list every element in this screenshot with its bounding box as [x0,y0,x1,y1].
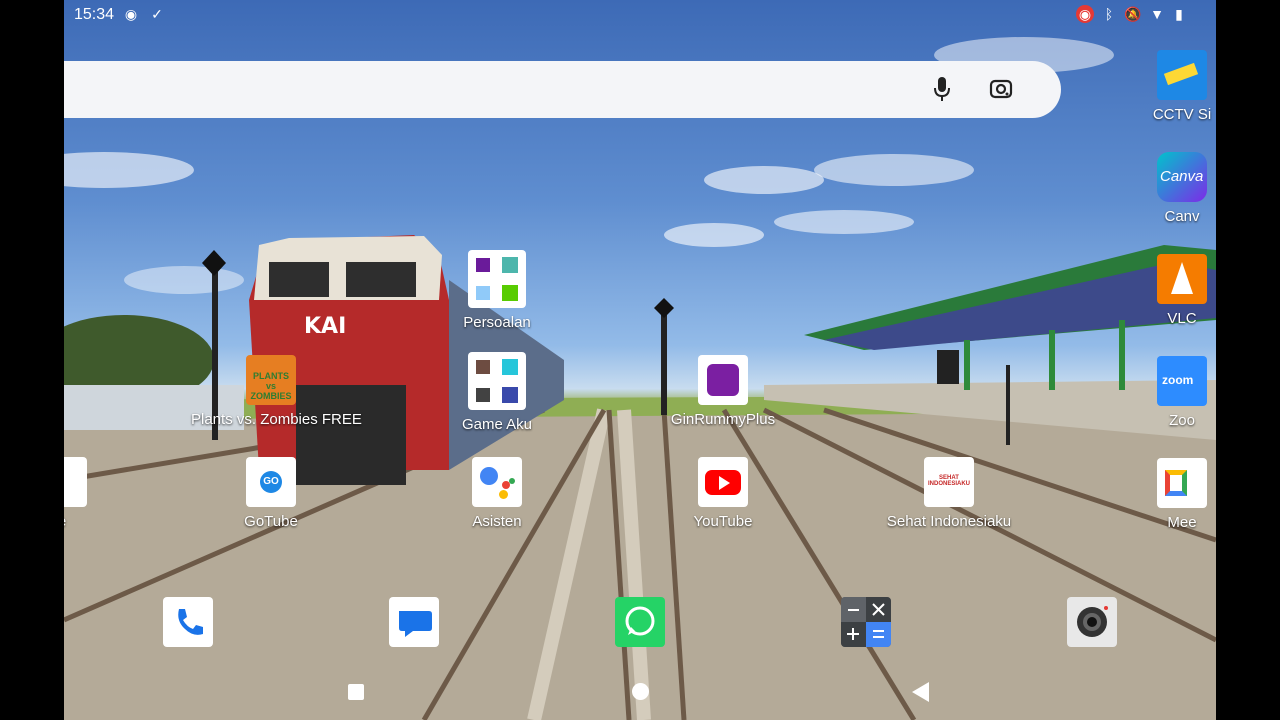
ginrummy-icon [698,355,748,405]
youtube-icon [698,457,748,507]
app-label: Mee [1167,514,1197,531]
battery-icon: ▮ [1175,6,1183,22]
folder-icon [468,352,526,410]
dock-phone[interactable] [163,597,213,647]
recents-button[interactable] [348,684,364,700]
app-youtube[interactable]: YouTube [643,457,803,530]
back-button[interactable] [912,682,929,702]
home-button[interactable] [632,683,649,700]
dock-messages[interactable] [389,597,439,647]
app-label: GinRummyPlus [670,411,776,428]
phone-icon [178,609,203,635]
camera-icon [1077,606,1108,637]
app-icon [64,457,87,507]
cctv-icon [1157,50,1207,100]
app-canva[interactable]: Canva Canv [1102,152,1216,225]
app-label: GoTube [244,513,298,530]
folder-persoalan[interactable]: Persoalan [417,250,577,331]
app-label: Sehat Indonesiaku [886,513,1012,530]
zoom-icon: zoom [1157,356,1207,406]
vlc-icon [1157,254,1207,304]
clock: 15:34 [74,6,115,23]
app-label: e [64,513,142,530]
app-label: YouTube [693,513,753,530]
app-label: Canv [1164,208,1200,225]
gotube-icon: GO [246,457,296,507]
status-bar: 15:34 ◉ ✓ ◉ ᛒ 🔕 ▼ ▮ [64,0,1216,30]
app-asisten[interactable]: Asisten [417,457,577,530]
screen-record-icon[interactable]: ◉ [1076,5,1094,23]
app-partial-left[interactable]: e [64,457,142,530]
app-gotube[interactable]: GO GoTube [191,457,351,530]
google-lens-icon[interactable] [989,77,1013,101]
messages-icon [399,611,432,637]
google-assistant-icon [472,457,522,507]
dock-whatsapp[interactable] [615,597,665,647]
google-meet-icon [1157,458,1207,508]
letterbox-left [0,0,64,720]
app-label: VLC [1167,310,1197,327]
app-plants-vs-zombies[interactable]: PLANTS vs ZOMBIES Plants vs. Zombies FRE… [191,355,362,428]
dock-camera[interactable] [1067,597,1117,647]
app-meet[interactable]: Mee [1102,458,1216,531]
search-bar[interactable] [64,61,1061,118]
home-screen: KAI 15:34 ◉ ✓ ◉ ᛒ 🔕 ▼ ▮ CCTV Si Canva Ca… [64,0,1216,720]
app-label: CCTV Si [1152,106,1212,123]
bluetooth-icon: ᛒ [1104,6,1114,22]
app-vlc[interactable]: VLC [1102,254,1216,327]
app-label: Plants vs. Zombies FREE [191,411,362,428]
app-cctv[interactable]: CCTV Si [1102,50,1216,123]
dock-calculator[interactable] [841,597,891,647]
app-label: Game Aku [461,416,533,433]
microphone-icon[interactable] [932,76,952,102]
sehat-indonesiaku-icon: SEHAT INDONESIAKU [924,457,974,507]
app-label: Asisten [472,513,522,530]
calculator-icon [841,597,891,647]
wifi-icon: ▼ [1150,6,1164,22]
app-label: Zoo [1169,412,1195,429]
mute-icon: 🔕 [1124,6,1142,22]
checklist-icon: ✓ [151,6,163,22]
whatsapp-icon [625,606,655,636]
app-label: Persoalan [463,314,531,331]
app-zoom[interactable]: zoom Zoo [1102,356,1216,429]
app-ginrummyplus[interactable]: GinRummyPlus [643,355,803,428]
plants-vs-zombies-icon: PLANTS vs ZOMBIES [246,355,296,405]
app-sehat-indonesiaku[interactable]: SEHAT INDONESIAKU Sehat Indonesiaku [869,457,1029,530]
record-icon: ◉ [124,6,138,22]
canva-icon: Canva [1157,152,1207,202]
svg-text:KAI: KAI [304,314,346,339]
folder-game-aku[interactable]: Game Aku [417,352,577,433]
letterbox-right [1216,0,1280,720]
folder-icon [468,250,526,308]
